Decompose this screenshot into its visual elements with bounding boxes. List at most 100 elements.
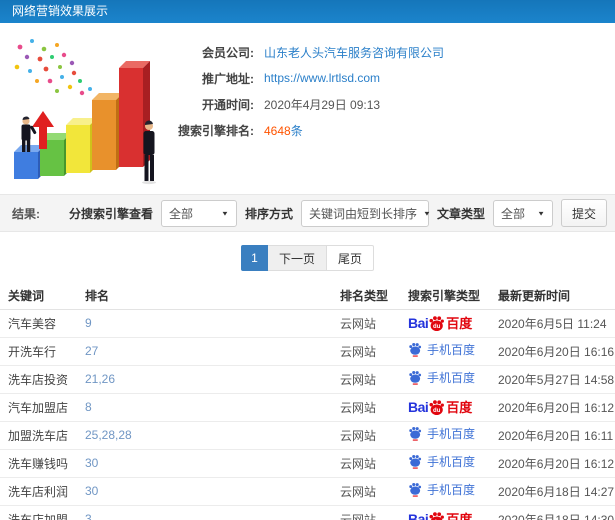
engine-cell: Bai du 百度 手机百度	[408, 393, 498, 422]
result-label: 结果:	[12, 206, 40, 221]
engine-filter-select[interactable]: 全部 ▼	[160, 199, 237, 227]
rank-cell: 8	[85, 393, 340, 422]
svg-text:du: du	[433, 323, 441, 329]
chevron-down-icon: ▼	[221, 209, 229, 217]
rank-type-cell: 云网站	[340, 393, 408, 422]
pagination: 1 下一页 尾页	[0, 245, 615, 271]
rank-cell: 9	[85, 309, 340, 338]
open-time-row: 开通时间: 2020年4月29日 09:13	[162, 91, 615, 117]
table-row: 洗车店利润 30 云网站 Bai du 百度 手机百度 2020年6月18日 1…	[0, 477, 615, 506]
submit-button[interactable]: 提交	[560, 199, 607, 227]
open-time-value: 2020年4月29日 09:13	[264, 97, 381, 112]
rank-type-cell: 云网站	[340, 365, 408, 394]
table-row: 加盟洗车店 25,28,28 云网站 Bai du 百度 手机百度 2020年6…	[0, 421, 615, 450]
article-type-filter-select[interactable]: 全部 ▼	[492, 199, 553, 227]
company-link[interactable]: 山东老人头汽车服务咨询有限公司	[264, 44, 444, 61]
chevron-down-icon: ▼	[422, 209, 431, 217]
mobile-baidu-paw-icon	[409, 454, 422, 469]
page-title: 网络营销效果展示	[12, 4, 109, 18]
rank-cell: 3	[85, 505, 340, 520]
table-row: 洗车店加盟 3 云网站 Bai du 百度 手机百度 2020年6月18日 14…	[0, 505, 615, 520]
keyword-cell: 开洗车行	[0, 337, 85, 366]
header-keyword: 关键词	[0, 282, 85, 310]
mobile-baidu-paw-icon	[409, 342, 422, 357]
rank-type-cell: 云网站	[340, 337, 408, 366]
mobile-baidu-paw-icon	[409, 370, 422, 385]
rank-cell: 30	[85, 449, 340, 478]
updated-cell: 2020年5月27日 14:58	[498, 365, 615, 394]
updated-cell: 2020年6月20日 16:12	[498, 393, 615, 422]
mobile-baidu-logo: 手机百度	[408, 482, 475, 497]
table-row: 洗车赚钱吗 30 云网站 Bai du 百度 手机百度 2020年6月20日 1…	[0, 449, 615, 478]
engine-filter-label: 分搜索引擎查看	[68, 206, 153, 221]
updated-cell: 2020年6月18日 14:27	[498, 477, 615, 506]
filter-controls: 分搜索引擎查看 全部 ▼ 排序方式 关键词由短到长排序 ▼ 文章类型 全部 ▼ …	[69, 199, 607, 227]
engine-cell: Bai du 百度 手机百度	[408, 309, 498, 338]
rank-type-cell: 云网站	[340, 449, 408, 478]
bar-orange	[92, 93, 123, 170]
keyword-cell: 汽车加盟店	[0, 393, 85, 422]
rank-type-cell: 云网站	[340, 309, 408, 338]
growth-chart-illustration	[2, 29, 182, 191]
engine-cell: Bai du 百度 手机百度	[408, 505, 498, 520]
article-type-filter-label: 文章类型	[436, 206, 485, 221]
engine-cell: Bai du 百度 手机百度	[408, 365, 498, 394]
header-rank: 排名	[85, 282, 340, 310]
engine-cell: Bai du 百度 手机百度	[408, 337, 498, 366]
mobile-baidu-paw-icon	[409, 426, 422, 441]
rank-cell: 25,28,28	[85, 421, 340, 450]
baidu-paw-icon: du	[429, 315, 445, 331]
sort-filter-select[interactable]: 关键词由短到长排序 ▼	[300, 199, 431, 227]
updated-cell: 2020年6月18日 14:30	[498, 505, 615, 520]
keyword-cell: 汽车美容	[0, 309, 85, 338]
table-header-row: 关键词 排名 排名类型 搜索引擎类型 最新更新时间	[0, 282, 615, 310]
promotion-url-row: 推广地址: https://www.lrtlsd.com	[162, 65, 615, 91]
rank-cell: 27	[85, 337, 340, 366]
keyword-cell: 加盟洗车店	[0, 421, 85, 450]
updated-cell: 2020年6月5日 11:24	[498, 309, 615, 338]
keyword-cell: 洗车店投资	[0, 365, 85, 394]
engine-rank-row: 搜索引擎排名: 4648条	[162, 117, 615, 143]
next-page-button[interactable]: 下一页	[267, 245, 327, 271]
sort-filter-selected-value: 关键词由短到长排序	[308, 206, 417, 221]
engine-cell: Bai du 百度 手机百度	[408, 421, 498, 450]
engine-rank-count: 4648	[264, 123, 291, 138]
mobile-baidu-logo: 手机百度	[408, 342, 475, 357]
engine-rank-unit: 条	[290, 123, 303, 138]
updated-cell: 2020年6月20日 16:12	[498, 449, 615, 478]
header-engine-type: 搜索引擎类型	[408, 282, 498, 310]
engine-cell: Bai du 百度 手机百度	[408, 449, 498, 478]
mobile-baidu-logo: 手机百度	[408, 370, 475, 385]
last-page-button[interactable]: 尾页	[327, 245, 375, 271]
page-1-current[interactable]: 1	[240, 245, 268, 271]
chevron-down-icon: ▼	[537, 209, 545, 217]
rank-cell: 30	[85, 477, 340, 506]
confetti-dots	[14, 39, 92, 96]
svg-text:du: du	[433, 407, 441, 413]
baidu-pc-logo: Bai du 百度	[408, 399, 473, 415]
baidu-paw-icon: du	[429, 399, 445, 415]
table-row: 洗车店投资 21,26 云网站 Bai du 百度 手机百度 2020年5月27…	[0, 365, 615, 394]
baidu-pc-logo: Bai du 百度	[408, 511, 472, 520]
sort-filter-label: 排序方式	[244, 206, 293, 221]
keyword-cell: 洗车赚钱吗	[0, 449, 85, 478]
header-updated: 最新更新时间	[498, 282, 615, 310]
rank-type-cell: 云网站	[340, 505, 408, 520]
rank-type-cell: 云网站	[340, 421, 408, 450]
promotion-url-link[interactable]: https://www.lrtlsd.com	[264, 71, 380, 85]
keyword-cell: 洗车店利润	[0, 477, 85, 506]
header-rank-type: 排名类型	[340, 282, 408, 310]
engine-rank-value: 4648条	[264, 122, 303, 139]
rank-type-cell: 云网站	[340, 477, 408, 506]
page-title-bar: 网络营销效果展示	[0, 0, 615, 23]
updated-cell: 2020年6月20日 16:11	[498, 421, 615, 450]
keyword-cell: 洗车店加盟	[0, 505, 85, 520]
result-filter-bar: 结果: 分搜索引擎查看 全部 ▼ 排序方式 关键词由短到长排序 ▼ 文章类型 全…	[0, 194, 615, 232]
mobile-baidu-logo: 手机百度	[408, 426, 475, 441]
article-type-selected-value: 全部	[500, 206, 525, 221]
mobile-baidu-logo: 手机百度	[408, 454, 475, 469]
table-row: 开洗车行 27 云网站 Bai du 百度 手机百度 2020年6月20日 16…	[0, 337, 615, 366]
updated-cell: 2020年6月20日 16:16	[498, 337, 615, 366]
keyword-ranking-table: 关键词 排名 排名类型 搜索引擎类型 最新更新时间 汽车美容 9 云网站 Bai…	[0, 282, 615, 520]
mobile-baidu-paw-icon	[409, 482, 422, 497]
